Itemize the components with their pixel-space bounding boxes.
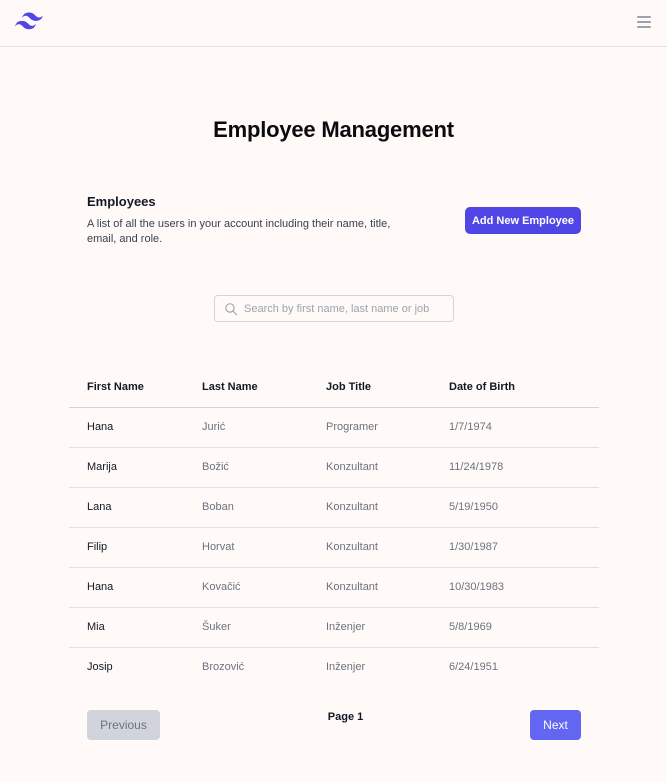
- cell-date-of-birth: 5/19/1950: [449, 487, 599, 528]
- table-row[interactable]: Marija Božić Konzultant 11/24/1978: [69, 447, 599, 488]
- cell-job-title: Konzultant: [326, 527, 449, 568]
- cell-last-name: Boban: [202, 487, 326, 528]
- top-bar: [0, 0, 667, 47]
- cell-first-name: Josip: [87, 661, 113, 674]
- employee-table: First Name Last Name Job Title Date of B…: [69, 368, 599, 687]
- cell-date-of-birth: 6/24/1951: [449, 661, 498, 674]
- cell-first-name: Marija: [69, 447, 202, 488]
- cell-date-of-birth: 10/30/1983: [449, 567, 599, 608]
- add-new-employee-button[interactable]: Add New Employee: [465, 207, 581, 234]
- cell-last-name: Brozović: [202, 661, 245, 674]
- search-icon: [225, 303, 238, 316]
- table-row[interactable]: Josip Brozović Inženjer 6/24/1951: [69, 647, 599, 687]
- table-row[interactable]: Hana Kovačić Konzultant 10/30/1983: [69, 567, 599, 608]
- tailwind-logo-icon[interactable]: [15, 12, 43, 30]
- cell-date-of-birth: 11/24/1978: [449, 447, 599, 488]
- search-input[interactable]: [244, 296, 449, 321]
- cell-job-title: Inženjer: [326, 607, 449, 648]
- cell-last-name: Jurić: [202, 407, 326, 448]
- cell-first-name: Hana: [69, 567, 202, 608]
- cell-last-name: Horvat: [202, 527, 326, 568]
- table-row[interactable]: Lana Boban Konzultant 5/19/1950: [69, 487, 599, 528]
- cell-first-name: Hana: [69, 407, 202, 448]
- cell-last-name: Kovačić: [202, 567, 326, 608]
- cell-date-of-birth: 1/7/1974: [449, 407, 599, 448]
- hamburger-menu-icon[interactable]: [637, 16, 651, 28]
- cell-date-of-birth: 1/30/1987: [449, 527, 599, 568]
- search-box: [214, 295, 454, 322]
- table-row[interactable]: Filip Horvat Konzultant 1/30/1987: [69, 527, 599, 568]
- next-page-button[interactable]: Next: [530, 710, 581, 740]
- table-header-row: First Name Last Name Job Title Date of B…: [69, 368, 599, 408]
- cell-job-title: Konzultant: [326, 447, 449, 488]
- cell-job-title: Konzultant: [326, 567, 449, 608]
- cell-last-name: Božić: [202, 447, 326, 488]
- cell-last-name: Šuker: [202, 607, 326, 648]
- table-row[interactable]: Mia Šuker Inženjer 5/8/1969: [69, 607, 599, 648]
- cell-date-of-birth: 5/8/1969: [449, 607, 599, 648]
- section-description: A list of all the users in your account …: [87, 218, 391, 245]
- cell-first-name: Lana: [69, 487, 202, 528]
- cell-first-name: Mia: [69, 607, 202, 648]
- column-header-first-name[interactable]: First Name: [69, 368, 202, 408]
- cell-job-title: Programer: [326, 407, 449, 448]
- section-title: Employees: [87, 194, 156, 209]
- column-header-job-title[interactable]: Job Title: [326, 368, 449, 408]
- cell-job-title: Konzultant: [326, 487, 449, 528]
- cell-first-name: Filip: [69, 527, 202, 568]
- page-title: Employee Management: [213, 117, 454, 142]
- cell-job-title: Inženjer: [326, 661, 366, 674]
- table-row[interactable]: Hana Jurić Programer 1/7/1974: [69, 407, 599, 448]
- column-header-date-of-birth[interactable]: Date of Birth: [449, 368, 599, 408]
- column-header-last-name[interactable]: Last Name: [202, 368, 326, 408]
